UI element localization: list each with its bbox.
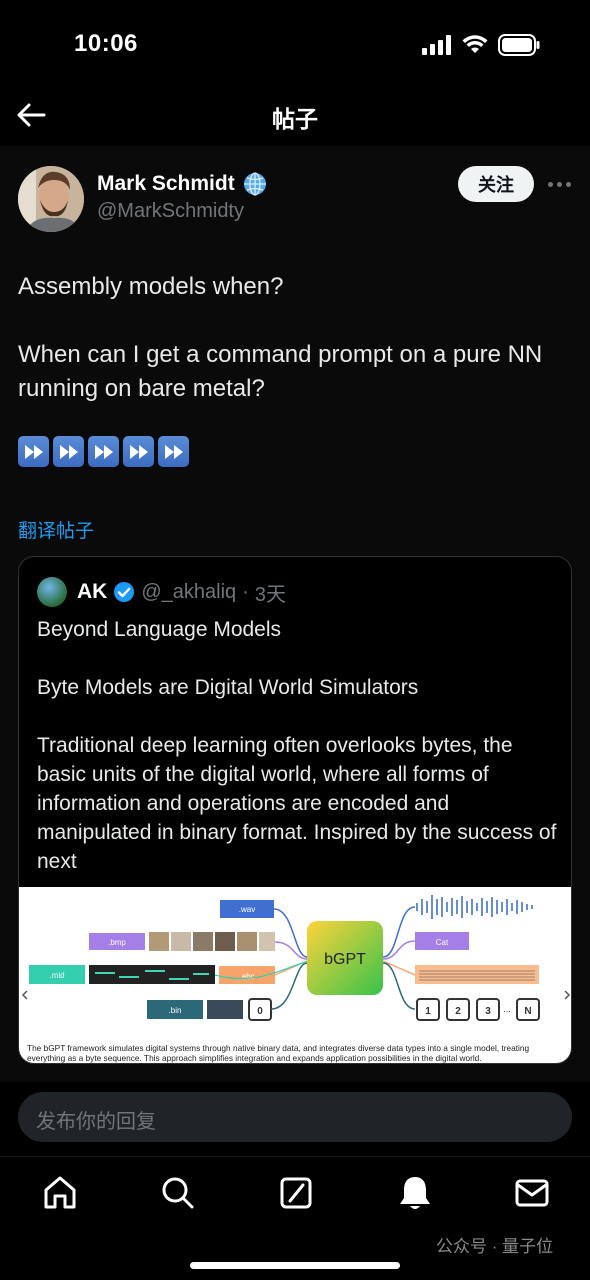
follow-button[interactable]: 关注 <box>458 166 534 202</box>
fast-forward-icon <box>53 436 84 467</box>
quoted-paragraph: Beyond Language Models <box>37 618 282 641</box>
author-name[interactable]: Mark Schmidt <box>97 172 235 196</box>
svg-text:N: N <box>524 1006 531 1017</box>
svg-text:3: 3 <box>485 1006 491 1017</box>
label-cat: Cat <box>436 938 449 947</box>
quoted-author-name[interactable]: AK <box>77 580 107 604</box>
dot-separator: · <box>242 580 249 603</box>
home-indicator[interactable] <box>190 1262 400 1269</box>
label-bgpt: bGPT <box>324 951 366 968</box>
figure-caption: The bGPT framework simulates digital sys… <box>27 1043 530 1063</box>
grok-icon[interactable] <box>276 1173 316 1213</box>
battery-icon <box>498 34 540 56</box>
top-nav: 帖子 <box>0 84 590 146</box>
fast-forward-emoji-row <box>18 436 578 467</box>
post: Mark Schmidt @MarkSchmidty 关注 Assembly m… <box>0 146 590 1082</box>
post-paragraph: Assembly models when? <box>18 273 284 300</box>
reply-input[interactable]: 发布你的回复 <box>18 1092 572 1142</box>
label-wav: .wav <box>239 905 255 914</box>
fast-forward-icon <box>18 436 49 467</box>
quoted-text: Beyond Language Models Byte Models are D… <box>37 615 557 905</box>
label-abc: .abc <box>239 972 254 981</box>
quoted-avatar[interactable] <box>37 577 67 607</box>
watermark-text: 公众号 · 量子位 <box>436 1237 554 1256</box>
label-bmp: .bmp <box>108 938 126 947</box>
label-bin: .bin <box>169 1006 182 1015</box>
page-title: 帖子 <box>272 106 318 132</box>
svg-text:1: 1 <box>425 1006 431 1017</box>
post-text: Assembly models when? When can I get a c… <box>18 270 578 467</box>
svg-text:2: 2 <box>455 1006 461 1017</box>
output-chips: 1 2 3 ... N <box>416 998 540 1021</box>
verified-badge-icon <box>114 582 135 602</box>
signal-icon <box>422 35 451 55</box>
globe-icon <box>243 172 266 196</box>
quoted-paragraph: Traditional deep learning often overlook… <box>37 734 557 873</box>
status-icons <box>422 34 540 56</box>
cat-thumbnails <box>149 932 275 951</box>
quoted-image[interactable]: .wav .bmp .mid .abc .bin 0 bGPT Cat 1 2 … <box>19 887 571 1063</box>
fast-forward-icon <box>158 436 189 467</box>
quoted-handle[interactable]: @_akhaliq <box>141 581 236 604</box>
translate-post-link[interactable]: 翻译帖子 <box>18 516 94 543</box>
quoted-post-header: AK @_akhaliq · 3天 <box>37 577 286 607</box>
search-icon[interactable] <box>158 1173 198 1213</box>
author-handle[interactable]: @MarkSchmidty <box>97 200 244 223</box>
post-paragraph: When can I get a command prompt on a pur… <box>18 341 543 402</box>
fast-forward-icon <box>123 436 154 467</box>
quoted-paragraph: Byte Models are Digital World Simulators <box>37 676 419 699</box>
label-mid: .mid <box>49 971 64 980</box>
quoted-timestamp: 3天 <box>254 583 286 606</box>
notifications-bell-icon[interactable] <box>395 1173 435 1213</box>
quoted-post[interactable]: AK @_akhaliq · 3天 Beyond Language Models… <box>18 556 572 1064</box>
more-options-icon[interactable] <box>544 172 574 196</box>
avatar[interactable] <box>18 166 84 232</box>
status-time: 10:06 <box>74 30 138 57</box>
svg-text:...: ... <box>503 1004 511 1014</box>
fast-forward-icon <box>88 436 119 467</box>
status-bar: 10:06 <box>0 0 590 84</box>
home-icon[interactable] <box>40 1173 80 1213</box>
label-0: 0 <box>257 1006 263 1017</box>
author-name-row[interactable]: Mark Schmidt <box>97 172 267 196</box>
wifi-icon <box>462 35 488 53</box>
messages-mail-icon[interactable] <box>512 1173 552 1213</box>
reply-placeholder: 发布你的回复 <box>36 1111 156 1133</box>
